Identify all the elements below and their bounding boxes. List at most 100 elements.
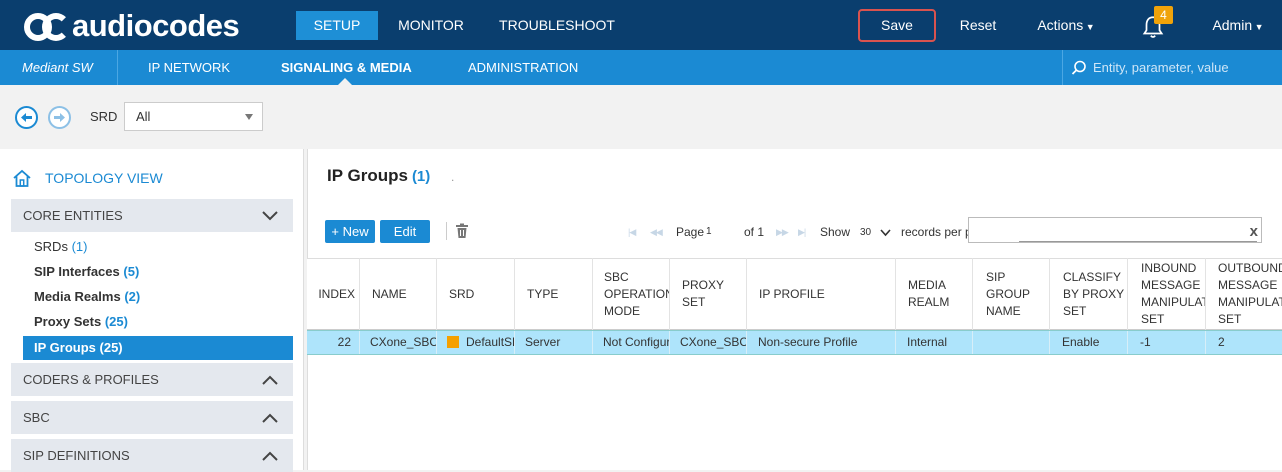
input-underline [1019, 241, 1257, 242]
page-title: IP Groups (1) [327, 166, 430, 186]
srd-select-value: All [136, 109, 151, 124]
divider [117, 50, 118, 85]
chevron-down-icon[interactable] [880, 229, 891, 237]
back-button[interactable] [15, 106, 38, 129]
column-header-index[interactable]: INDEX [307, 258, 360, 330]
page-of-label: of 1 [744, 225, 765, 239]
cell-sbc-operation-mode: Not Configured [593, 331, 670, 354]
chevron-up-icon [262, 451, 278, 461]
page-label: Page [676, 225, 705, 239]
caret-down-icon: ▼ [1252, 22, 1264, 32]
sidebar-item-proxy-sets[interactable]: Proxy Sets (25) [23, 310, 293, 334]
column-header-outbound-manipulation-set[interactable]: OUTBOUND MESSAGE MANIPULATION SET [1206, 258, 1282, 330]
first-page-icon[interactable]: |◀ [628, 227, 636, 238]
top-bar: audiocodes SETUP MONITOR TROUBLESHOOT Sa… [0, 0, 1282, 50]
search-input[interactable] [1093, 57, 1278, 78]
srd-label: SRD [90, 109, 118, 124]
topology-view-link[interactable]: TOPOLOGY VIEW [12, 168, 163, 188]
reset-button[interactable]: Reset [950, 11, 1006, 40]
arrow-right-icon [54, 113, 65, 122]
caret-down-icon [245, 114, 253, 120]
sidebar-item-sip-interfaces[interactable]: SIP Interfaces (5) [23, 260, 293, 284]
tab-troubleshoot[interactable]: TROUBLESHOOT [496, 11, 618, 40]
cell-inbound-manipulation-set: -1 [1128, 331, 1206, 354]
home-icon [13, 169, 31, 187]
table-filter-input[interactable]: x [968, 217, 1262, 243]
sidebar-item-count: (25) [99, 340, 123, 355]
sidebar-item-label: Media Realms [34, 289, 121, 304]
cell-sip-group-name [973, 331, 1050, 354]
column-header-ip-profile[interactable]: IP PROFILE [747, 258, 896, 330]
page-title-text: IP Groups [327, 166, 408, 185]
sidebar-item-srds[interactable]: SRDs (1) [23, 235, 293, 259]
sidebar-item-ip-groups[interactable]: IP Groups (25) [23, 336, 293, 360]
column-header-proxy-set[interactable]: PROXY SET [670, 258, 747, 330]
tab-administration[interactable]: ADMINISTRATION [468, 50, 578, 85]
section-label: SIP DEFINITIONS [23, 448, 130, 463]
section-core-entities[interactable]: CORE ENTITIES [11, 199, 293, 232]
column-header-type[interactable]: TYPE [515, 258, 593, 330]
trash-icon[interactable] [455, 223, 469, 239]
last-page-icon[interactable]: ▶| [798, 227, 806, 238]
chevron-down-icon [262, 211, 278, 221]
srd-select[interactable]: All [124, 102, 263, 131]
actions-menu[interactable]: Actions ▼ [1034, 11, 1098, 40]
prev-page-icon[interactable]: ◀◀ [650, 227, 663, 238]
chevron-up-icon [262, 413, 278, 423]
section-label: CODERS & PROFILES [23, 372, 159, 387]
admin-label: Admin [1212, 17, 1253, 33]
product-name: Mediant SW [22, 60, 93, 75]
sidebar-item-media-realms[interactable]: Media Realms (2) [23, 285, 293, 309]
cell-srd-text: DefaultSRD [466, 335, 514, 349]
save-button[interactable]: Save [858, 9, 936, 42]
cell-proxy-set: CXone_SBC [670, 331, 747, 354]
notification-badge[interactable]: 4 [1154, 6, 1173, 24]
column-header-sip-group-name[interactable]: SIP GROUP NAME [973, 258, 1050, 330]
admin-menu[interactable]: Admin ▼ [1206, 11, 1270, 40]
edit-button[interactable]: Edit [380, 220, 430, 243]
column-header-classify-by-proxy-set[interactable]: CLASSIFY BY PROXY SET [1050, 258, 1128, 330]
page-title-count: (1) [411, 168, 431, 185]
cell-srd: DefaultSRD [437, 331, 515, 354]
records-per-page-select[interactable]: 30 [860, 227, 871, 238]
section-sbc[interactable]: SBC [11, 401, 293, 434]
title-dot: . [451, 170, 455, 184]
tab-monitor[interactable]: MONITOR [390, 11, 472, 40]
new-button[interactable]: + New [325, 220, 375, 243]
section-sip-definitions[interactable]: SIP DEFINITIONS [11, 439, 293, 472]
active-tab-pointer [338, 78, 352, 85]
next-page-icon[interactable]: ▶▶ [776, 227, 789, 238]
cell-classify-by-proxy-set: Enable [1050, 331, 1128, 354]
logo-text: audiocodes [72, 8, 240, 43]
column-header-inbound-manipulation-set[interactable]: INBOUND MESSAGE MANIPULATION SET [1128, 258, 1206, 330]
search-icon[interactable] [1071, 60, 1087, 76]
column-header-media-realm[interactable]: MEDIA REALM [896, 258, 973, 330]
page-number-input[interactable]: 1 [706, 226, 736, 237]
column-header-srd[interactable]: SRD [437, 258, 515, 330]
forward-button[interactable] [48, 106, 71, 129]
divider [446, 222, 447, 240]
section-label: CORE ENTITIES [23, 208, 123, 223]
topology-view-label: TOPOLOGY VIEW [45, 170, 163, 186]
column-header-name[interactable]: NAME [360, 258, 437, 330]
logo-mark-icon [24, 9, 70, 43]
clear-icon[interactable]: x [1250, 223, 1258, 240]
caret-down-icon: ▼ [1083, 22, 1095, 32]
sidebar-item-label: IP Groups [34, 340, 96, 355]
srd-color-icon [447, 336, 459, 348]
actions-label: Actions [1037, 17, 1084, 33]
sidebar-item-label: SIP Interfaces [34, 264, 120, 279]
column-header-sbc-operation-mode[interactable]: SBC OPERATION MODE [593, 258, 670, 330]
tab-setup[interactable]: SETUP [296, 11, 378, 40]
chevron-up-icon [262, 375, 278, 385]
audiocodes-logo[interactable]: audiocodes [24, 8, 240, 43]
section-coders-profiles[interactable]: CODERS & PROFILES [11, 363, 293, 396]
cell-ip-profile: Non-secure Profile [747, 331, 896, 354]
sidebar-item-count: (2) [124, 289, 141, 304]
cell-index: 22 [307, 331, 360, 354]
tab-ip-network[interactable]: IP NETWORK [148, 50, 230, 85]
cell-media-realm: Internal [896, 331, 973, 354]
section-label: SBC [23, 410, 50, 425]
sidebar-item-label: Proxy Sets [34, 314, 102, 329]
cell-type: Server [515, 331, 593, 354]
